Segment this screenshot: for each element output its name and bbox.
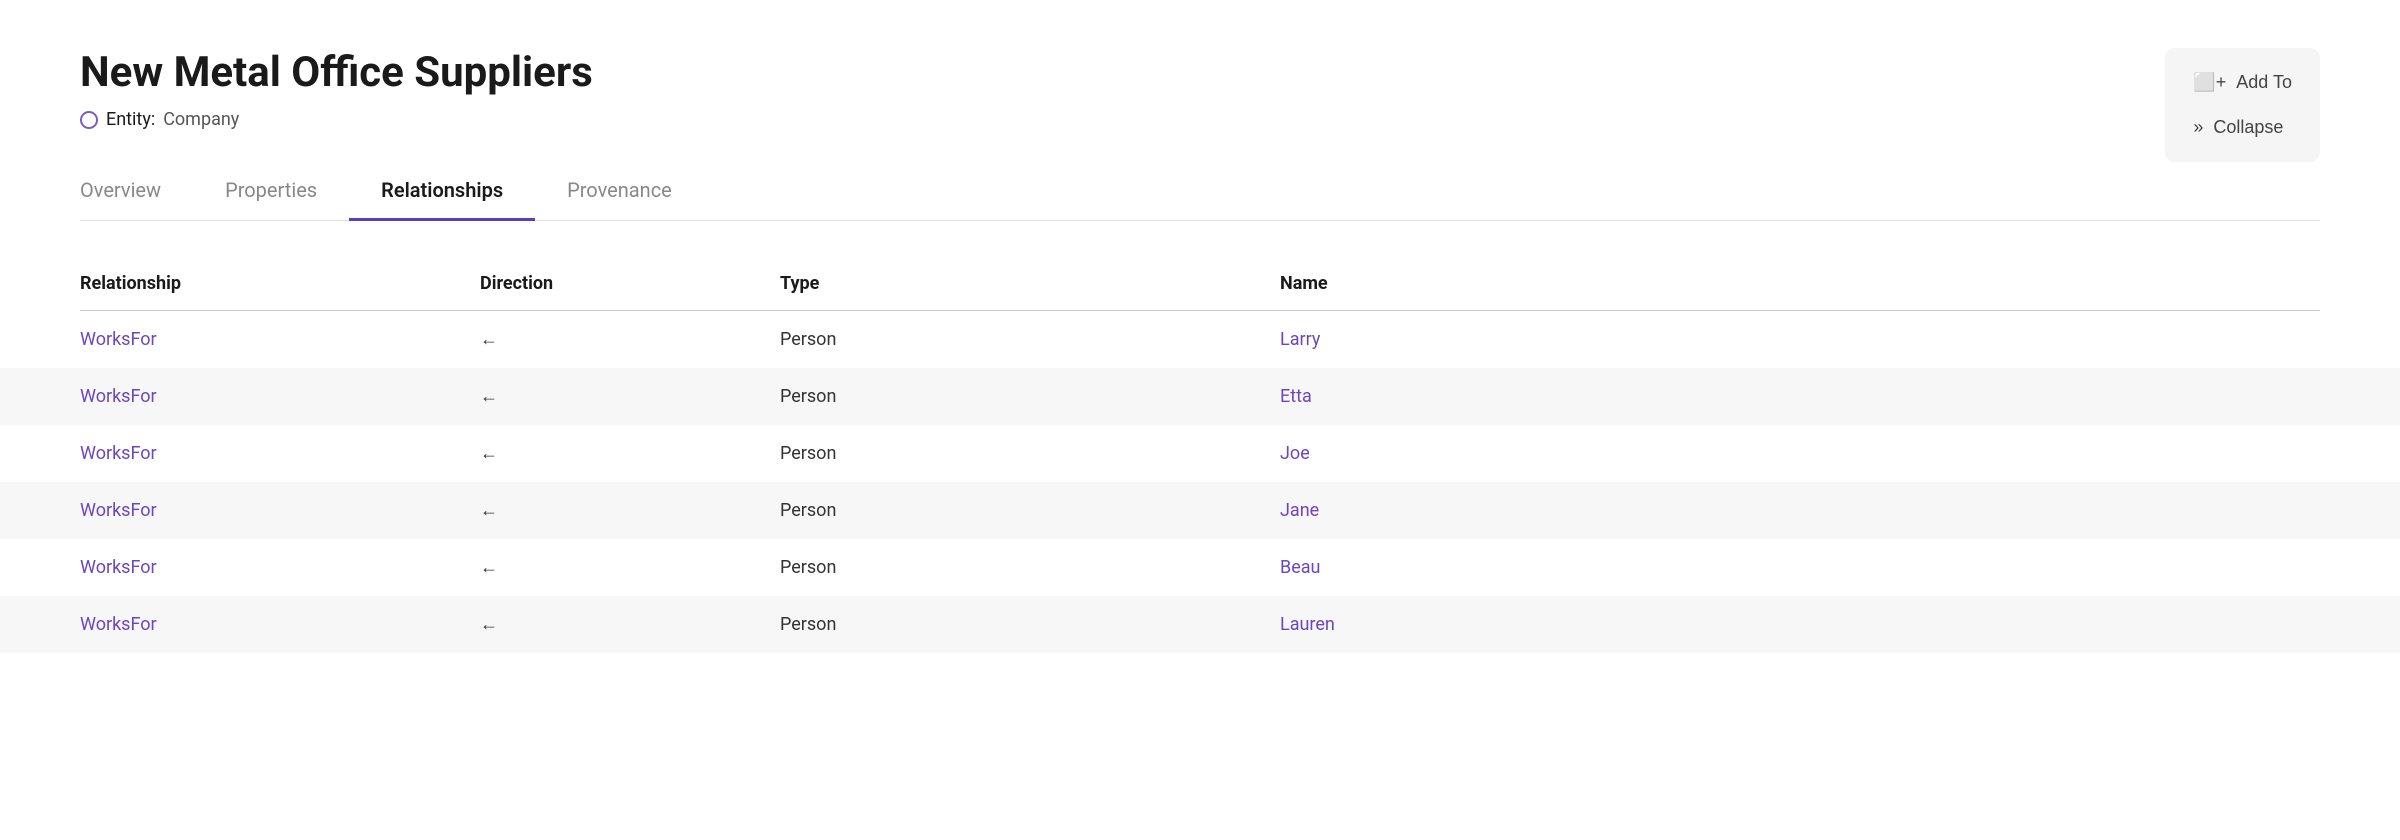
table-row: WorksFor ← Person Joe (80, 425, 2320, 482)
direction-cell: ← (480, 557, 498, 578)
add-to-icon: ⬜+ (2193, 72, 2226, 93)
direction-cell: ← (480, 443, 498, 464)
relationship-link[interactable]: WorksFor (80, 614, 157, 635)
tab-properties[interactable]: Properties (193, 162, 349, 221)
col-header-direction: Direction (480, 273, 780, 294)
type-cell: Person (780, 614, 836, 635)
name-link[interactable]: Lauren (1280, 614, 1335, 635)
name-link[interactable]: Joe (1280, 443, 1310, 464)
table-row: WorksFor ← Person Jane (0, 482, 2400, 539)
relationship-link[interactable]: WorksFor (80, 443, 157, 464)
tab-overview[interactable]: Overview (80, 162, 193, 221)
name-link[interactable]: Jane (1280, 500, 1319, 521)
tab-provenance[interactable]: Provenance (535, 162, 704, 221)
table-row: WorksFor ← Person Beau (80, 539, 2320, 596)
main-content: New Metal Office Suppliers Entity: Compa… (0, 0, 2400, 701)
tabs-row: Overview Properties Relationships Proven… (80, 162, 2320, 221)
type-cell: Person (780, 386, 836, 407)
collapse-label: Collapse (2213, 117, 2283, 138)
direction-cell: ← (480, 500, 498, 521)
add-to-button[interactable]: ⬜+ Add To (2189, 64, 2296, 101)
name-link[interactable]: Larry (1280, 329, 1320, 350)
relationship-link[interactable]: WorksFor (80, 557, 157, 578)
name-link[interactable]: Beau (1280, 557, 1320, 578)
type-cell: Person (780, 443, 836, 464)
table-row: WorksFor ← Person Larry (80, 311, 2320, 368)
collapse-icon: » (2193, 117, 2203, 138)
col-header-name: Name (1280, 273, 2320, 294)
table-body: WorksFor ← Person Larry WorksFor ← Perso… (80, 311, 2320, 653)
table-row: WorksFor ← Person Etta (0, 368, 2400, 425)
top-right-actions: ⬜+ Add To » Collapse (2165, 48, 2320, 162)
entity-row: Entity: Company (80, 109, 2320, 130)
table-header: Relationship Direction Type Name (80, 261, 2320, 311)
name-link[interactable]: Etta (1280, 386, 1312, 407)
col-header-relationship: Relationship (80, 273, 480, 294)
entity-icon (80, 111, 98, 129)
relationship-link[interactable]: WorksFor (80, 500, 157, 521)
tab-relationships[interactable]: Relationships (349, 162, 535, 221)
direction-cell: ← (480, 329, 498, 350)
collapse-button[interactable]: » Collapse (2189, 109, 2296, 146)
header-section: New Metal Office Suppliers Entity: Compa… (80, 48, 2320, 130)
direction-cell: ← (480, 386, 498, 407)
type-cell: Person (780, 500, 836, 521)
entity-label: Entity: (106, 109, 155, 130)
col-header-type: Type (780, 273, 1280, 294)
direction-cell: ← (480, 614, 498, 635)
type-cell: Person (780, 329, 836, 350)
relationship-link[interactable]: WorksFor (80, 329, 157, 350)
entity-value: Company (163, 109, 239, 130)
relationship-link[interactable]: WorksFor (80, 386, 157, 407)
add-to-label: Add To (2236, 72, 2292, 93)
table-row: WorksFor ← Person Lauren (0, 596, 2400, 653)
page-title: New Metal Office Suppliers (80, 48, 2320, 97)
type-cell: Person (780, 557, 836, 578)
relationships-table: Relationship Direction Type Name WorksFo… (80, 261, 2320, 653)
